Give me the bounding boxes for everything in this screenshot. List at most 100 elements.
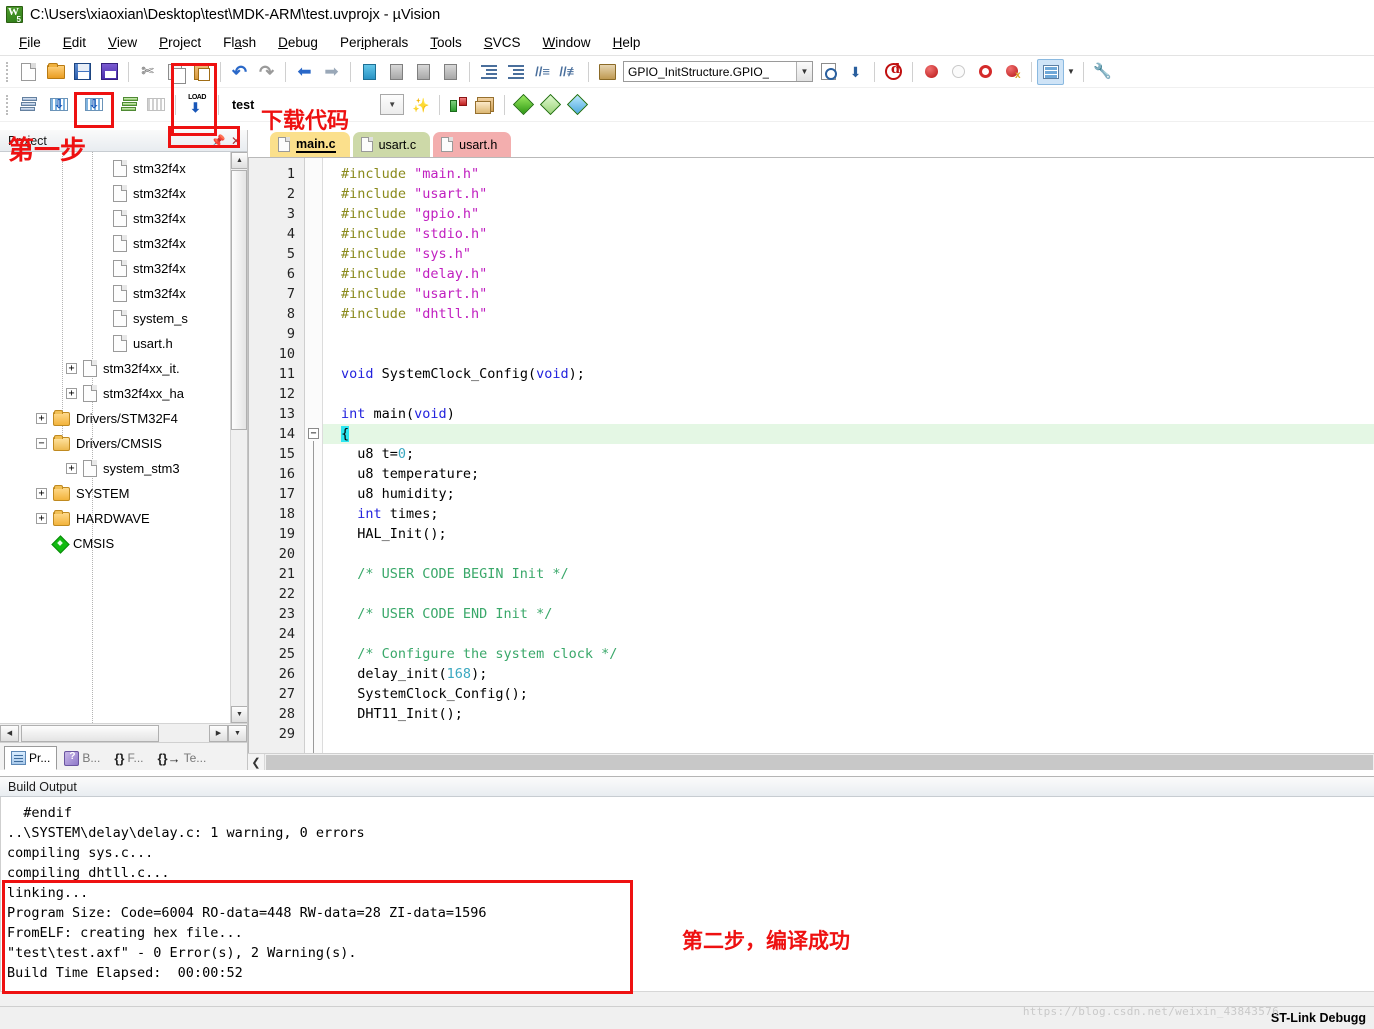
tab-templates[interactable]: {}→ Te... — [151, 746, 214, 770]
layout-dropdown-icon[interactable]: ▼ — [1064, 59, 1078, 85]
build-target-icon[interactable]: ⇩ — [46, 92, 73, 118]
build-output-text[interactable]: #endif..\SYSTEM\delay\delay.c: 1 warning… — [0, 797, 1374, 991]
tree-item[interactable]: system_s — [0, 306, 247, 331]
disable-all-breakpoints-icon[interactable] — [972, 59, 999, 85]
editor-tab-main-c[interactable]: main.c — [270, 132, 350, 157]
project-tree-hscroll-thumb[interactable] — [21, 725, 159, 742]
tree-item[interactable]: +stm32f4xx_ha — [0, 381, 247, 406]
code-line[interactable] — [323, 344, 1374, 364]
code-line[interactable]: #include "stdio.h" — [323, 224, 1374, 244]
tree-item[interactable]: usart.h — [0, 331, 247, 356]
editor-hscroll-thumb[interactable] — [266, 755, 1373, 770]
navigate-forward-icon[interactable]: ➡ — [318, 59, 345, 85]
tree-item[interactable]: stm32f4x — [0, 181, 247, 206]
copy-icon[interactable] — [161, 59, 188, 85]
code-line[interactable] — [323, 724, 1374, 744]
uncomment-icon[interactable]: //≢ — [556, 59, 583, 85]
code-line[interactable]: void SystemClock_Config(void); — [323, 364, 1374, 384]
code-line[interactable] — [323, 324, 1374, 344]
code-line[interactable]: { — [323, 424, 1374, 444]
code-line[interactable]: delay_init(168); — [323, 664, 1374, 684]
navigate-back-icon[interactable]: ⬅ — [291, 59, 318, 85]
code-folding-column[interactable]: − — [305, 158, 323, 753]
outdent-icon[interactable] — [502, 59, 529, 85]
tree-expander-plus-icon[interactable]: + — [36, 413, 47, 424]
code-line[interactable]: #include "usart.h" — [323, 184, 1374, 204]
tab-functions[interactable]: {} F... — [107, 746, 150, 770]
goto-definition-icon[interactable]: ⬇ — [842, 59, 869, 85]
code-line[interactable]: int main(void) — [323, 404, 1374, 424]
close-icon[interactable]: ✕ — [227, 132, 245, 150]
menu-debug[interactable]: Debug — [267, 33, 329, 52]
kill-all-breakpoints-icon[interactable] — [999, 59, 1026, 85]
tree-item[interactable]: stm32f4x — [0, 231, 247, 256]
menu-window[interactable]: Window — [532, 33, 602, 52]
pin-icon[interactable]: 📌 — [209, 132, 227, 150]
target-selector-combo[interactable]: ▼ — [380, 94, 404, 115]
paste-icon[interactable] — [188, 59, 215, 85]
scroll-left-icon[interactable]: ❮ — [248, 754, 265, 770]
new-file-icon[interactable] — [15, 59, 42, 85]
options-icon[interactable] — [445, 92, 472, 118]
code-line[interactable]: HAL_Init(); — [323, 524, 1374, 544]
menu-file[interactable]: File — [8, 33, 52, 52]
indent-icon[interactable] — [475, 59, 502, 85]
project-tree-vscrollbar[interactable]: ▲ ▼ — [230, 152, 247, 723]
code-line[interactable]: u8 temperature; — [323, 464, 1374, 484]
code-line[interactable]: #include "main.h" — [323, 164, 1374, 184]
menu-edit[interactable]: Edit — [52, 33, 97, 52]
menu-svcs[interactable]: SVCS — [473, 33, 532, 52]
code-line[interactable] — [323, 584, 1374, 604]
code-line[interactable]: DHT11_Init(); — [323, 704, 1374, 724]
undo-icon[interactable]: ↶ — [226, 59, 253, 85]
code-line[interactable]: #include "gpio.h" — [323, 204, 1374, 224]
tree-expander-plus-icon[interactable]: + — [36, 488, 47, 499]
disable-breakpoint-icon[interactable] — [945, 59, 972, 85]
scroll-left-icon[interactable]: ◀ — [0, 725, 19, 742]
code-line[interactable]: #include "sys.h" — [323, 244, 1374, 264]
tree-item[interactable]: −Drivers/CMSIS — [0, 431, 247, 456]
code-line[interactable]: /* Configure the system clock */ — [323, 644, 1374, 664]
rebuild-all-icon[interactable]: ⇩ — [81, 92, 108, 118]
tab-project[interactable]: Pr... — [4, 746, 57, 770]
code-line[interactable] — [323, 624, 1374, 644]
editor-hscrollbar[interactable]: ❮ — [248, 753, 1374, 770]
code-line[interactable]: #include "dhtll.h" — [323, 304, 1374, 324]
editor-tab-usart-h[interactable]: usart.h — [433, 132, 511, 157]
editor-tab-usart-c[interactable]: usart.c — [353, 132, 431, 157]
tree-item[interactable]: CMSIS — [0, 531, 247, 556]
tree-expander-minus-icon[interactable]: − — [36, 438, 47, 449]
tree-item[interactable]: stm32f4x — [0, 256, 247, 281]
save-icon[interactable] — [69, 59, 96, 85]
menu-tools[interactable]: Tools — [419, 33, 473, 52]
code-view[interactable]: 1234567891011121314151617181920212223242… — [248, 157, 1374, 753]
code-line[interactable] — [323, 544, 1374, 564]
code-line[interactable]: #include "delay.h" — [323, 264, 1374, 284]
previous-bookmark-icon[interactable] — [383, 59, 410, 85]
menu-project[interactable]: Project — [148, 33, 212, 52]
toolbar-grip[interactable] — [6, 95, 10, 115]
code-line[interactable]: /* USER CODE BEGIN Init */ — [323, 564, 1374, 584]
cut-icon[interactable]: ✄ — [134, 59, 161, 85]
download-icon[interactable]: LOAD⬇ — [181, 92, 213, 118]
translate-file-icon[interactable] — [15, 92, 42, 118]
tree-item[interactable]: +stm32f4xx_it. — [0, 356, 247, 381]
project-tree-vscroll-thumb[interactable] — [231, 170, 247, 430]
manage-components-icon[interactable] — [472, 92, 499, 118]
batch-build-icon[interactable] — [116, 92, 143, 118]
code-line[interactable]: u8 humidity; — [323, 484, 1374, 504]
project-tree-hscrollbar[interactable]: ◀ ▶ ▼ — [0, 723, 247, 742]
scroll-right-icon[interactable]: ▶ — [209, 725, 228, 742]
chevron-down-icon[interactable]: ▼ — [796, 62, 812, 81]
find-in-files-icon[interactable] — [815, 59, 842, 85]
configure-icon[interactable]: 🔧 — [1089, 59, 1116, 85]
tree-item[interactable]: +Drivers/STM32F4 — [0, 406, 247, 431]
window-layout-icon[interactable] — [1037, 59, 1064, 85]
tree-item[interactable]: +system_stm3 — [0, 456, 247, 481]
scroll-down-icon[interactable]: ▼ — [231, 706, 247, 723]
code-text[interactable]: #include "main.h"#include "usart.h"#incl… — [323, 158, 1374, 753]
tree-item[interactable]: +HARDWAVE — [0, 506, 247, 531]
comment-icon[interactable]: //≡ — [529, 59, 556, 85]
manage-packs-icon[interactable] — [537, 92, 564, 118]
save-all-icon[interactable] — [96, 59, 123, 85]
